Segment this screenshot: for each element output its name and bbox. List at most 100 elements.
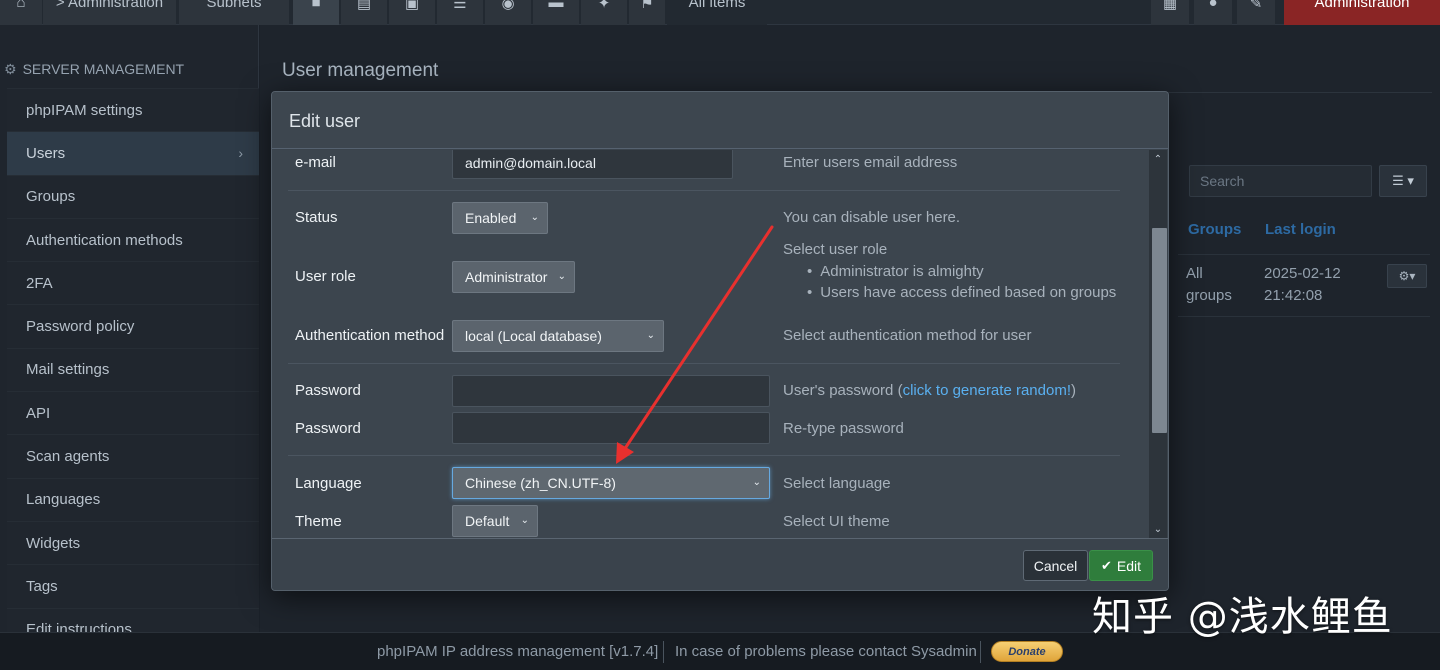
nav-box-icon: ▣ <box>404 0 420 12</box>
chevron-down-icon: ⌄ <box>530 212 539 223</box>
user-icon: ● <box>1208 0 1218 11</box>
sidebar-section-header: ⚙ SERVER MANAGEMENT <box>4 60 185 78</box>
password-field[interactable] <box>452 375 770 407</box>
auth-method-hint: Select authentication method for user <box>783 327 1032 344</box>
nav-right-button-1[interactable]: ▦ <box>1151 0 1189 25</box>
sidebar-item-widgets[interactable]: Widgets <box>7 520 259 565</box>
modal-footer: Cancel ✔ Edit <box>272 538 1168 590</box>
row-actions-button[interactable]: ⚙▾ <box>1387 264 1427 288</box>
column-header-last-login[interactable]: Last login <box>1265 221 1336 238</box>
check-icon: ✔ <box>1100 557 1112 573</box>
cancel-button[interactable]: Cancel <box>1023 550 1088 581</box>
nav-icon-button-8[interactable]: ⚑ <box>629 0 665 25</box>
edit-button[interactable]: ✔ Edit <box>1089 550 1153 581</box>
email-field[interactable]: admin@domain.local <box>452 150 733 179</box>
nav-icon-button-3[interactable]: ▣ <box>389 0 435 25</box>
all-items-button[interactable]: All items <box>667 0 767 25</box>
language-hint: Select language <box>783 475 891 492</box>
table-row-divider <box>1178 316 1430 317</box>
sidebar-item-scan-agents[interactable]: Scan agents <box>7 434 259 478</box>
theme-select[interactable]: Default ⌄ <box>452 505 538 537</box>
chevron-down-icon: ⌄ <box>646 330 655 341</box>
user-role-label: User role <box>295 268 356 285</box>
nav-list-icon: ☰ <box>453 0 467 12</box>
password-hint: User's password (click to generate rando… <box>783 382 1076 399</box>
nav-icon-button-6[interactable]: ▬ <box>533 0 579 25</box>
nav-icon-button-5[interactable]: ◉ <box>485 0 531 25</box>
nav-icon-button-4[interactable]: ☰ <box>437 0 483 25</box>
list-icon: ☰ ▾ <box>1392 173 1414 188</box>
user-role-select[interactable]: Administrator ⌄ <box>452 261 575 293</box>
sidebar-item-phpipam-settings[interactable]: phpIPAM settings <box>7 88 259 132</box>
dashboard-icon: ▦ <box>1162 0 1178 12</box>
chevron-down-icon: ⌄ <box>752 477 761 488</box>
edit-user-modal: Edit user e-mail admin@domain.local Ente… <box>271 91 1169 591</box>
nav-tag-icon: ⚑ <box>640 0 654 12</box>
column-header-groups[interactable]: Groups <box>1188 221 1241 238</box>
sidebar-item-authentication-methods[interactable]: Authentication methods <box>7 217 259 262</box>
sidebar-item-password-policy[interactable]: Password policy <box>7 304 259 348</box>
column-toggle-button[interactable]: ☰ ▾ <box>1379 165 1427 197</box>
cell-last-login: 2025-02-12 21:42:08 <box>1264 265 1341 304</box>
sidebar-item-api[interactable]: API <box>7 391 259 435</box>
sidebar-menu: phpIPAM settings Users › Groups Authentic… <box>7 88 259 651</box>
email-hint: Enter users email address <box>783 154 958 171</box>
administration-menu-button[interactable]: Administration <box>1284 0 1440 25</box>
nav-right-button-2[interactable]: ● <box>1194 0 1232 25</box>
home-icon: ⌂ <box>16 0 26 11</box>
table-header-divider <box>1178 254 1430 255</box>
auth-method-label: Authentication method <box>295 327 445 344</box>
breadcrumb-administration[interactable]: > Administration <box>43 0 176 25</box>
email-label: e-mail <box>295 154 336 171</box>
status-label: Status <box>295 209 338 226</box>
chevron-down-icon: ⌄ <box>557 271 566 282</box>
divider <box>288 455 1120 456</box>
home-button[interactable]: ⌂ <box>0 0 42 25</box>
user-role-bullets: Administrator is almighty Users have acc… <box>807 261 1116 303</box>
gears-icon: ⚙ <box>4 60 17 77</box>
generate-password-link[interactable]: click to generate random! <box>903 382 1071 399</box>
auth-method-select[interactable]: local (Local database) ⌄ <box>452 320 664 352</box>
language-select[interactable]: Chinese (zh_CN.UTF-8) ⌄ <box>452 467 770 499</box>
sidebar-item-tags[interactable]: Tags <box>7 564 259 608</box>
page-title: User management <box>282 60 439 81</box>
nav-icon-button-1[interactable]: ■ <box>293 0 339 25</box>
gears-icon: ⚙▾ <box>1398 269 1416 283</box>
footer-separator <box>663 641 664 663</box>
nav-square-icon: ■ <box>311 0 321 11</box>
sidebar: ⚙ SERVER MANAGEMENT phpIPAM settings Use… <box>0 25 259 651</box>
sidebar-item-languages[interactable]: Languages <box>7 477 259 521</box>
donate-button[interactable]: Donate <box>991 641 1063 662</box>
divider <box>288 363 1120 364</box>
nav-chat-icon: ◉ <box>501 0 515 12</box>
chevron-down-icon: ⌄ <box>520 515 529 526</box>
nav-grid-icon: ▤ <box>356 0 372 12</box>
subnets-menu-button[interactable]: Subnets <box>179 0 289 25</box>
status-hint: You can disable user here. <box>783 209 961 226</box>
sidebar-item-2fa[interactable]: 2FA <box>7 261 259 305</box>
nav-icon-button-2[interactable]: ▤ <box>341 0 387 25</box>
scroll-down-icon[interactable]: ⌄ <box>1149 520 1167 538</box>
password-retype-hint: Re-type password <box>783 420 904 437</box>
search-input[interactable]: Search <box>1189 165 1372 197</box>
divider <box>288 190 1120 191</box>
nav-minus-icon: ▬ <box>548 0 564 11</box>
sidebar-item-mail-settings[interactable]: Mail settings <box>7 347 259 392</box>
scroll-thumb[interactable] <box>1152 228 1167 433</box>
sidebar-item-groups[interactable]: Groups <box>7 174 259 218</box>
cell-groups: All groups <box>1186 265 1232 304</box>
footer-app-name: phpIPAM IP address management [v1.7.4] <box>377 643 659 660</box>
scroll-up-icon[interactable]: ⌃ <box>1149 150 1167 168</box>
sidebar-item-users[interactable]: Users › <box>7 131 259 175</box>
nav-right-button-3[interactable]: ✎ <box>1237 0 1275 25</box>
theme-hint: Select UI theme <box>783 513 890 530</box>
user-role-hint: Select user role <box>783 241 888 258</box>
chevron-right-icon: › <box>238 145 243 162</box>
watermark: 知乎 @浅水鲤鱼 <box>1092 594 1393 640</box>
footer-contact[interactable]: In case of problems please contact Sysad… <box>675 643 977 660</box>
nav-icon-button-7[interactable]: ✦ <box>581 0 627 25</box>
password-retype-field[interactable] <box>452 412 770 444</box>
modal-title: Edit user <box>289 111 361 131</box>
modal-scrollbar[interactable]: ⌃ ⌄ <box>1149 150 1167 538</box>
status-select[interactable]: Enabled ⌄ <box>452 202 548 234</box>
